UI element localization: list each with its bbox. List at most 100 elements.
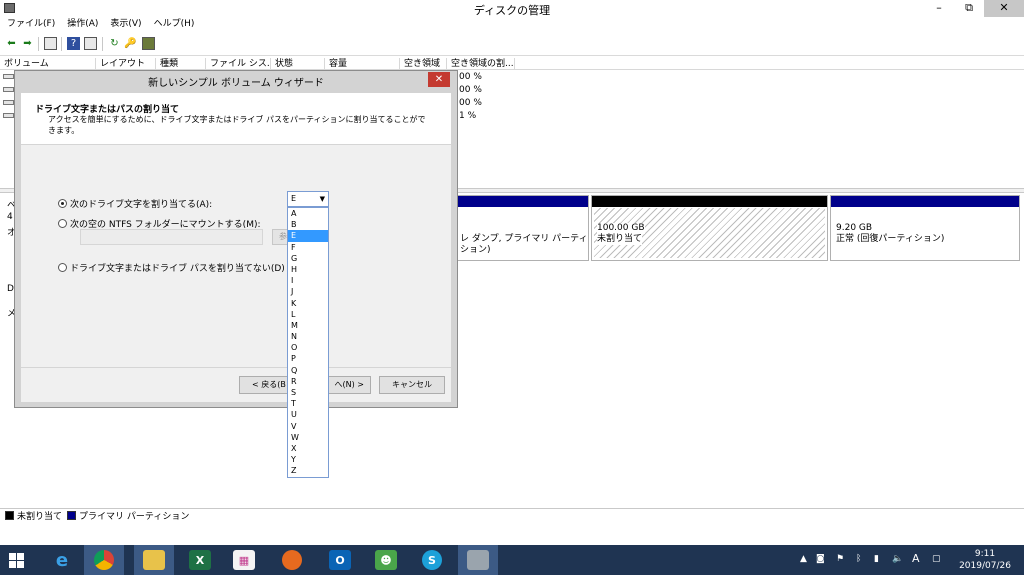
col-type[interactable]: 種類 — [156, 58, 206, 69]
drive-letter-option[interactable]: Y — [288, 454, 328, 465]
col-filesystem[interactable]: ファイル シス... — [206, 58, 271, 69]
drive-letter-value: E — [291, 194, 297, 203]
dialog-body: ドライブ文字またはパスの割り当て アクセスを簡単にするために、ドライブ文字または… — [21, 93, 451, 402]
drive-letter-option[interactable]: G — [288, 253, 328, 264]
taskbar: e X ▦ O ☻ S ▲ ◙ ⚑ ᛒ ▮ 🔈 A ▢ 9:11 2019/07… — [0, 545, 1024, 575]
partition-primary[interactable]: レ ダンプ, プライマリ パーティション) — [456, 195, 589, 261]
minimize-button[interactable]: – — [924, 0, 954, 17]
drive-letter-option[interactable]: E — [288, 230, 328, 242]
drive-letter-option[interactable]: B — [288, 219, 328, 230]
partition-color-bar — [592, 196, 827, 207]
menu-file[interactable]: ファイル(F) — [0, 17, 60, 32]
system-clock[interactable]: 9:11 2019/07/26 — [952, 548, 1018, 572]
drive-letter-select[interactable]: E ▼ — [287, 191, 329, 207]
close-button[interactable]: ✕ — [984, 0, 1024, 17]
drive-letter-option[interactable]: Z — [288, 465, 328, 476]
partition-unallocated[interactable]: 100.00 GB 未割り当て — [591, 195, 828, 261]
tray-flag-icon[interactable]: ⚑ — [836, 554, 844, 566]
col-capacity[interactable]: 容量 — [325, 58, 400, 69]
drive-letter-option[interactable]: W — [288, 432, 328, 443]
partition-color-bar — [831, 196, 1019, 207]
wechat-icon[interactable]: ☻ — [366, 545, 406, 575]
drive-letter-option[interactable]: M — [288, 320, 328, 331]
dialog-separator — [21, 367, 451, 368]
no-letter-option[interactable]: ドライブ文字またはドライブ パスを割り当てない(D) — [58, 261, 285, 274]
chrome-icon[interactable] — [84, 545, 124, 575]
drive-letter-option[interactable]: I — [288, 275, 328, 286]
col-free-space[interactable]: 空き領域 — [400, 58, 447, 69]
disk-label: D — [7, 284, 14, 294]
menu-view[interactable]: 表示(V) — [103, 17, 146, 32]
view-icon[interactable] — [84, 37, 97, 50]
col-layout[interactable]: レイアウト — [96, 58, 156, 69]
drive-letter-option[interactable]: X — [288, 443, 328, 454]
drive-letter-option[interactable]: V — [288, 421, 328, 432]
outlook-icon[interactable]: O — [320, 545, 360, 575]
recovery-status: 正常 (回復パーティション) — [836, 234, 945, 244]
window-title: ディスクの管理 — [473, 4, 551, 17]
drive-letter-option[interactable]: Q — [288, 365, 328, 376]
excel-icon[interactable]: X — [180, 545, 220, 575]
skype-icon[interactable]: S — [412, 545, 452, 575]
drive-letter-option[interactable]: U — [288, 409, 328, 420]
recovery-size: 9.20 GB — [836, 223, 873, 233]
drive-letter-option[interactable]: T — [288, 398, 328, 409]
drive-letter-option[interactable]: S — [288, 387, 328, 398]
free-percent-cell: 00 % — [459, 98, 482, 108]
drive-letter-option[interactable]: J — [288, 286, 328, 297]
disk-icon[interactable] — [142, 37, 155, 50]
tray-network-icon[interactable]: ◙ — [816, 554, 825, 566]
drive-icon — [3, 113, 14, 118]
drive-letter-dropdown: ABEFGHIJKLMNOPQRSTUVWXYZ — [287, 207, 329, 478]
drive-letter-option[interactable]: K — [288, 298, 328, 309]
radio-no-letter[interactable] — [58, 263, 67, 272]
col-volume[interactable]: ボリューム — [0, 58, 96, 69]
paint-icon[interactable]: ▦ — [224, 545, 264, 575]
restore-button[interactable]: ⧉ — [954, 0, 984, 17]
drive-letter-option[interactable]: O — [288, 342, 328, 353]
refresh-icon[interactable]: ↻ — [108, 37, 121, 50]
file-explorer-icon[interactable] — [134, 545, 174, 575]
col-free-percent[interactable]: 空き領域の割... — [447, 58, 515, 69]
next-button[interactable]: へ(N) > — [323, 376, 371, 394]
tray-bluetooth-icon[interactable]: ᛒ — [856, 554, 861, 566]
menu-action[interactable]: 操作(A) — [60, 17, 103, 32]
properties-icon[interactable] — [44, 37, 57, 50]
chevron-down-icon: ▼ — [319, 195, 325, 203]
drive-letter-option[interactable]: L — [288, 309, 328, 320]
assign-letter-option[interactable]: 次のドライブ文字を割り当てる(A): — [58, 197, 212, 210]
key-icon[interactable]: 🔑 — [124, 37, 137, 50]
drive-letter-option[interactable]: N — [288, 331, 328, 342]
firefox-icon[interactable] — [272, 545, 312, 575]
free-percent-cell: 00 % — [459, 72, 482, 82]
dialog-title: 新しいシンプル ボリューム ウィザード — [148, 78, 324, 89]
disk-management-icon[interactable] — [458, 545, 498, 575]
clock-date: 2019/07/26 — [959, 561, 1011, 571]
forward-arrow-icon[interactable]: ➡ — [21, 37, 34, 50]
radio-mount-folder[interactable] — [58, 219, 67, 228]
drive-letter-option[interactable]: A — [288, 208, 328, 219]
partition-recovery[interactable]: 9.20 GB 正常 (回復パーティション) — [830, 195, 1020, 261]
col-status[interactable]: 状態 — [271, 58, 325, 69]
tray-signal-icon[interactable]: ▮ — [874, 554, 879, 566]
drive-letter-option[interactable]: H — [288, 264, 328, 275]
tray-notes-icon[interactable]: ▢ — [932, 554, 941, 566]
help-icon[interactable]: ? — [67, 37, 80, 50]
drive-letter-option[interactable]: P — [288, 353, 328, 364]
drive-letter-option[interactable]: R — [288, 376, 328, 387]
windows-start-icon[interactable] — [9, 553, 25, 568]
drive-letter-option[interactable]: F — [288, 242, 328, 253]
back-arrow-icon[interactable]: ⬅ — [5, 37, 18, 50]
menu-help[interactable]: ヘルプ(H) — [147, 17, 200, 32]
cancel-button[interactable]: キャンセル — [379, 376, 445, 394]
legend-swatch-unallocated — [5, 511, 14, 520]
tray-chevron-icon[interactable]: ▲ — [800, 554, 807, 566]
ie-icon[interactable]: e — [42, 545, 82, 575]
wizard-dialog: 新しいシンプル ボリューム ウィザード ✕ ドライブ文字またはパスの割り当て ア… — [14, 70, 458, 408]
tray-volume-icon[interactable]: 🔈 — [892, 554, 903, 566]
folder-path-input — [80, 229, 263, 245]
ime-indicator[interactable]: A — [912, 552, 920, 565]
unallocated-size: 100.00 GB — [597, 223, 645, 234]
dialog-close-button[interactable]: ✕ — [428, 72, 450, 87]
radio-assign-letter[interactable] — [58, 199, 67, 208]
